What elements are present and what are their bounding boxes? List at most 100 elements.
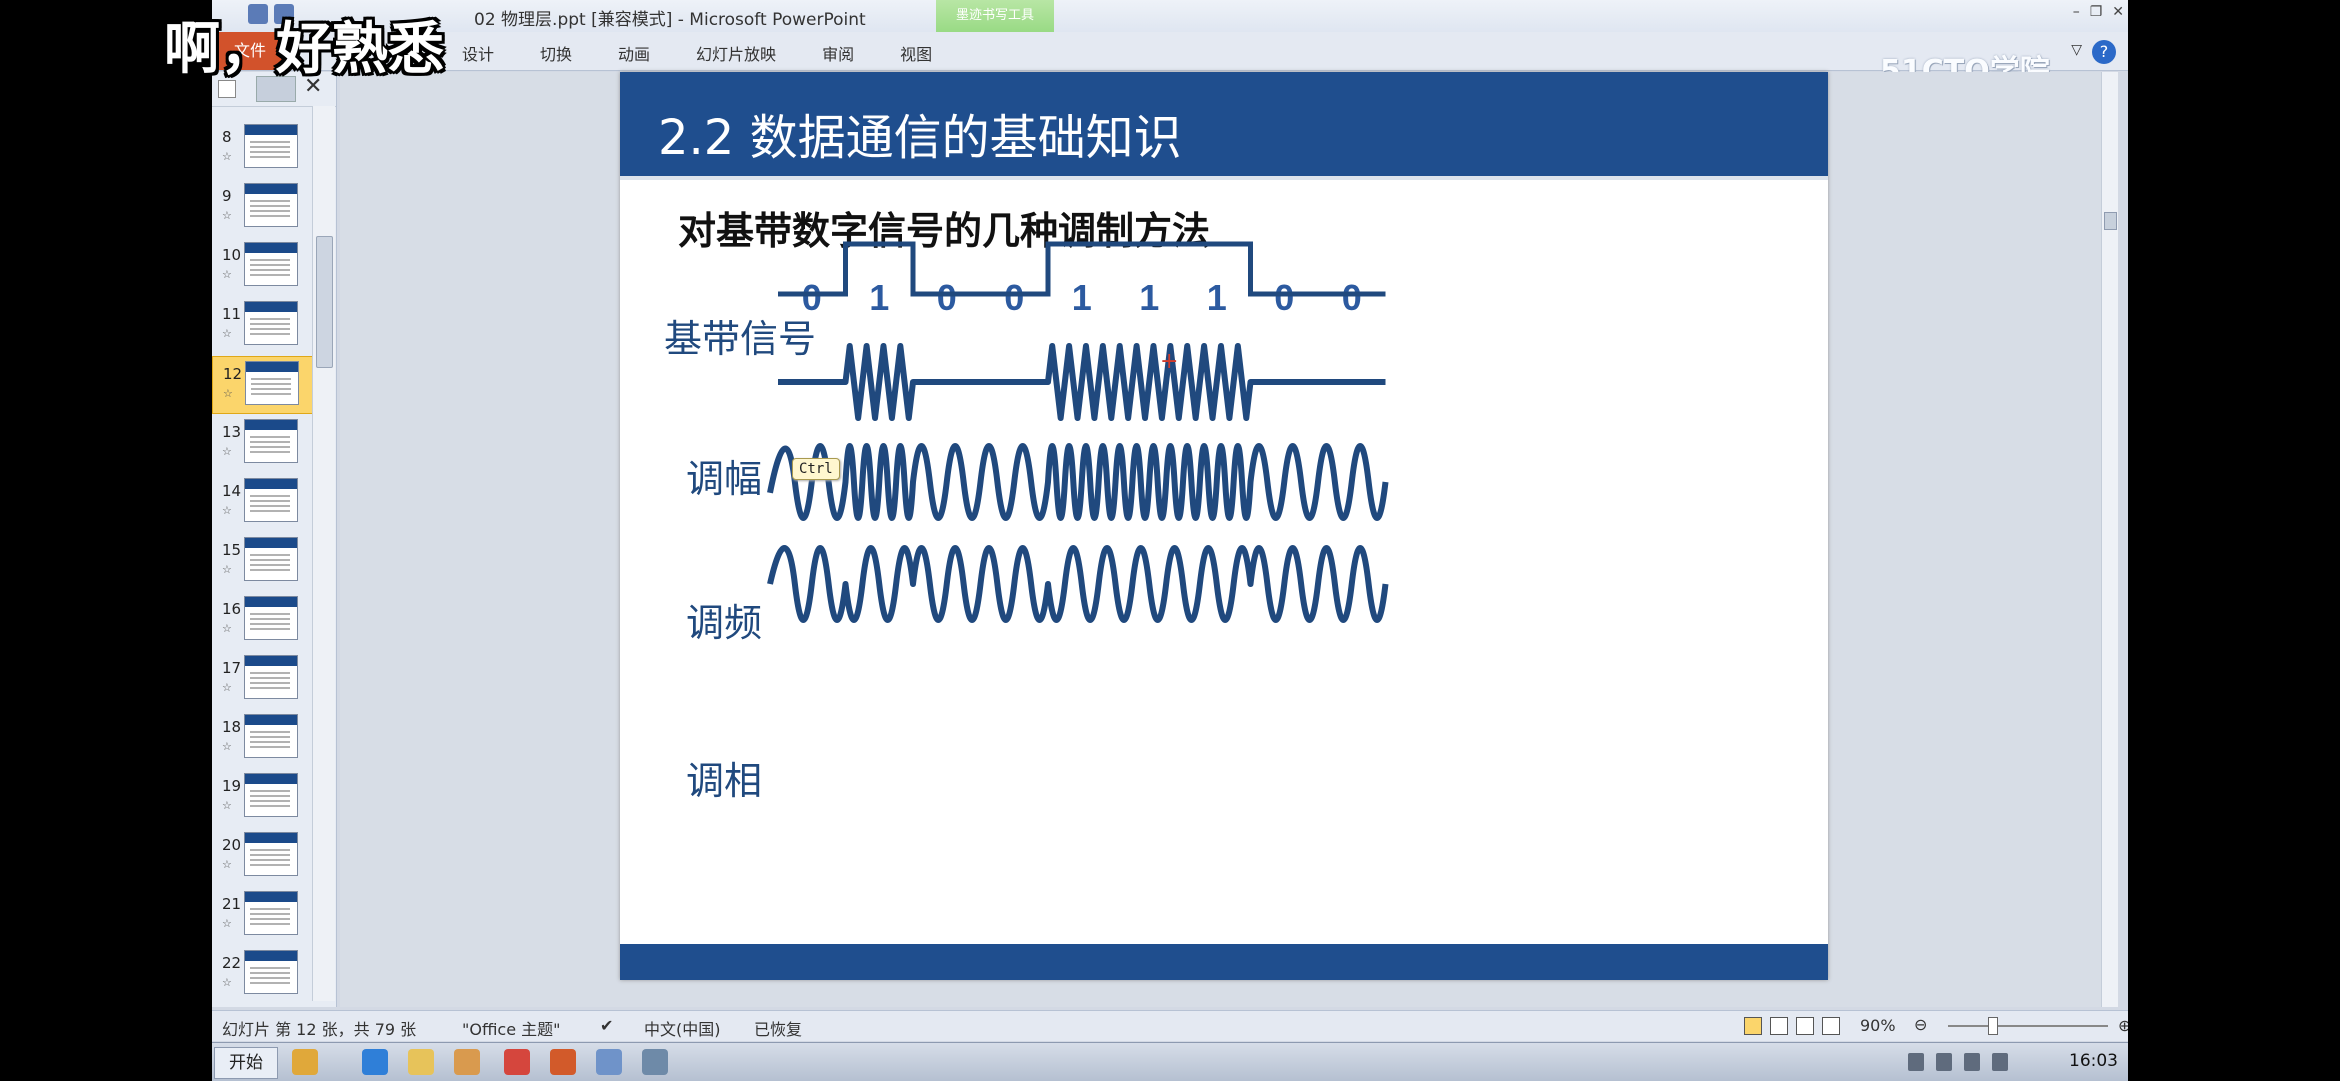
- close-icon[interactable]: ✕: [2112, 4, 2124, 20]
- thumbnail-number: 14: [222, 482, 242, 500]
- slide-thumbnail[interactable]: 14 ☆: [212, 474, 312, 530]
- slideshow-view-icon[interactable]: [1822, 1017, 1840, 1035]
- powerpoint-taskbar-icon[interactable]: [550, 1049, 576, 1075]
- windows-taskbar: 开始 16:03: [212, 1042, 2128, 1081]
- normal-view-icon[interactable]: [1744, 1017, 1762, 1035]
- tab-animations[interactable]: 动画: [618, 41, 650, 65]
- help-icon[interactable]: ?: [2092, 40, 2116, 64]
- scroll-thumb[interactable]: [2104, 212, 2117, 230]
- slide-thumbnail[interactable]: 12 ☆: [212, 356, 314, 414]
- slide-thumbnail[interactable]: 18 ☆: [212, 710, 312, 766]
- scroll-thumb[interactable]: [316, 236, 333, 368]
- thumbnail-number: 11: [222, 305, 242, 323]
- thumbnail-image: [244, 891, 298, 935]
- slide-thumbnail[interactable]: 20 ☆: [212, 828, 312, 884]
- animation-star-icon: ☆: [222, 858, 232, 871]
- tab-slideshow[interactable]: 幻灯片放映: [696, 41, 776, 65]
- thumbnail-scrollbar[interactable]: [312, 106, 335, 1001]
- explorer-icon[interactable]: [408, 1049, 434, 1075]
- thumbnail-number: 21: [222, 895, 242, 913]
- bit-label: 0: [1004, 277, 1024, 318]
- zoom-level[interactable]: 90%: [1860, 1016, 1896, 1035]
- slide-canvas[interactable]: 2.2 数据通信的基础知识 对基带数字信号的几种调制方法 基带信号 调幅 调频 …: [620, 72, 1828, 980]
- thumbnail-number: 22: [222, 954, 242, 972]
- taskbar-clock: 16:03: [2069, 1051, 2118, 1071]
- tab-design[interactable]: 设计: [462, 41, 494, 65]
- minimize-ribbon-icon[interactable]: ▽: [2071, 42, 2082, 58]
- tray-arrow-icon[interactable]: [1936, 1053, 1952, 1071]
- spellcheck-icon[interactable]: ✔: [600, 1016, 613, 1035]
- animation-star-icon: ☆: [222, 976, 232, 989]
- start-button[interactable]: 开始: [214, 1047, 278, 1079]
- app-launcher-icon[interactable]: [292, 1049, 318, 1075]
- language-indicator[interactable]: 中文(中国): [644, 1016, 721, 1040]
- slide-thumbnail[interactable]: 9 ☆: [212, 179, 312, 235]
- clipboard-icon[interactable]: [1992, 1053, 2008, 1071]
- slide-thumbnail[interactable]: 15 ☆: [212, 533, 312, 589]
- animation-star-icon: ☆: [222, 504, 232, 517]
- thumbnail-number: 17: [222, 659, 242, 677]
- pm-signal-wave: [767, 545, 1389, 623]
- restore-icon[interactable]: ❐: [2090, 4, 2103, 20]
- slide-thumbnail[interactable]: 8 ☆: [212, 120, 312, 176]
- am-signal-wave: [778, 343, 1386, 421]
- thumbnail-image: [244, 183, 298, 227]
- thumbnail-number: 18: [222, 718, 242, 736]
- slide-thumbnail[interactable]: 16 ☆: [212, 592, 312, 648]
- animation-star-icon: ☆: [223, 387, 233, 400]
- slide-thumbnail[interactable]: 22 ☆: [212, 946, 312, 1002]
- tool-icon[interactable]: [642, 1049, 668, 1075]
- zoom-slider[interactable]: [1948, 1025, 2108, 1027]
- animation-star-icon: ☆: [222, 563, 232, 576]
- thumbnail-image: [244, 655, 298, 699]
- thumbnail-number: 9: [222, 187, 232, 205]
- slide-thumbnail[interactable]: 19 ☆: [212, 769, 312, 825]
- reading-view-icon[interactable]: [1796, 1017, 1814, 1035]
- view-switcher: [1744, 1017, 1840, 1035]
- video-subtitle: 啊，好熟悉: [164, 17, 444, 82]
- animation-star-icon: ☆: [222, 209, 232, 222]
- bit-label: 1: [1207, 277, 1227, 318]
- slide-sorter-icon[interactable]: [1770, 1017, 1788, 1035]
- zoom-in-icon[interactable]: ⊕: [2118, 1016, 2128, 1035]
- media-icon[interactable]: [454, 1049, 480, 1075]
- ctrl-tooltip: Ctrl: [792, 458, 840, 480]
- window-controls: – ❐ ✕: [2073, 4, 2124, 20]
- theme-name[interactable]: "Office 主题": [462, 1016, 561, 1040]
- battery-icon[interactable]: [1908, 1053, 1924, 1071]
- chrome-icon[interactable]: [504, 1049, 530, 1075]
- system-tray: [1908, 1053, 2008, 1071]
- slide-thumbnail[interactable]: 13 ☆: [212, 415, 312, 471]
- animation-star-icon: ☆: [222, 150, 232, 163]
- slide-thumbnail[interactable]: 21 ☆: [212, 887, 312, 943]
- modulation-diagram: 0 1 0 0 1 1 1 0 0 +: [767, 241, 1389, 623]
- zoom-slider-thumb[interactable]: [1988, 1017, 1998, 1035]
- thumbnail-image: [244, 242, 298, 286]
- network-icon[interactable]: [1964, 1053, 1980, 1071]
- context-tab-label: 墨迹书写工具: [955, 8, 1034, 23]
- editor-scrollbar[interactable]: [2101, 72, 2118, 1007]
- animation-star-icon: ☆: [222, 740, 232, 753]
- slide-thumbnail[interactable]: 17 ☆: [212, 651, 312, 707]
- pen-cursor-icon: +: [1160, 349, 1178, 374]
- minimize-icon[interactable]: –: [2073, 4, 2080, 20]
- ie-icon[interactable]: [362, 1049, 388, 1075]
- slide-thumbnail[interactable]: 10 ☆: [212, 238, 312, 294]
- slide-thumbnail[interactable]: 11 ☆: [212, 297, 312, 353]
- animation-star-icon: ☆: [222, 917, 232, 930]
- slide-footer-band: [620, 944, 1828, 980]
- tab-review[interactable]: 审阅: [822, 41, 854, 65]
- notepad-icon[interactable]: [596, 1049, 622, 1075]
- zoom-out-icon[interactable]: ⊖: [1914, 1015, 1927, 1034]
- animation-star-icon: ☆: [222, 268, 232, 281]
- animation-star-icon: ☆: [222, 681, 232, 694]
- ribbon-tab-list: 设计 切换 动画 幻灯片放映 审阅 视图: [462, 41, 978, 65]
- tab-view[interactable]: 视图: [900, 41, 932, 65]
- thumbnail-number: 12: [223, 365, 243, 383]
- title-bar: 02 物理层.ppt [兼容模式] - Microsoft PowerPoint…: [212, 0, 2128, 32]
- thumbnail-image: [244, 124, 298, 168]
- fm-signal-wave: [767, 443, 1389, 521]
- animation-star-icon: ☆: [222, 445, 232, 458]
- tab-transitions[interactable]: 切换: [540, 41, 572, 65]
- thumbnail-number: 19: [222, 777, 242, 795]
